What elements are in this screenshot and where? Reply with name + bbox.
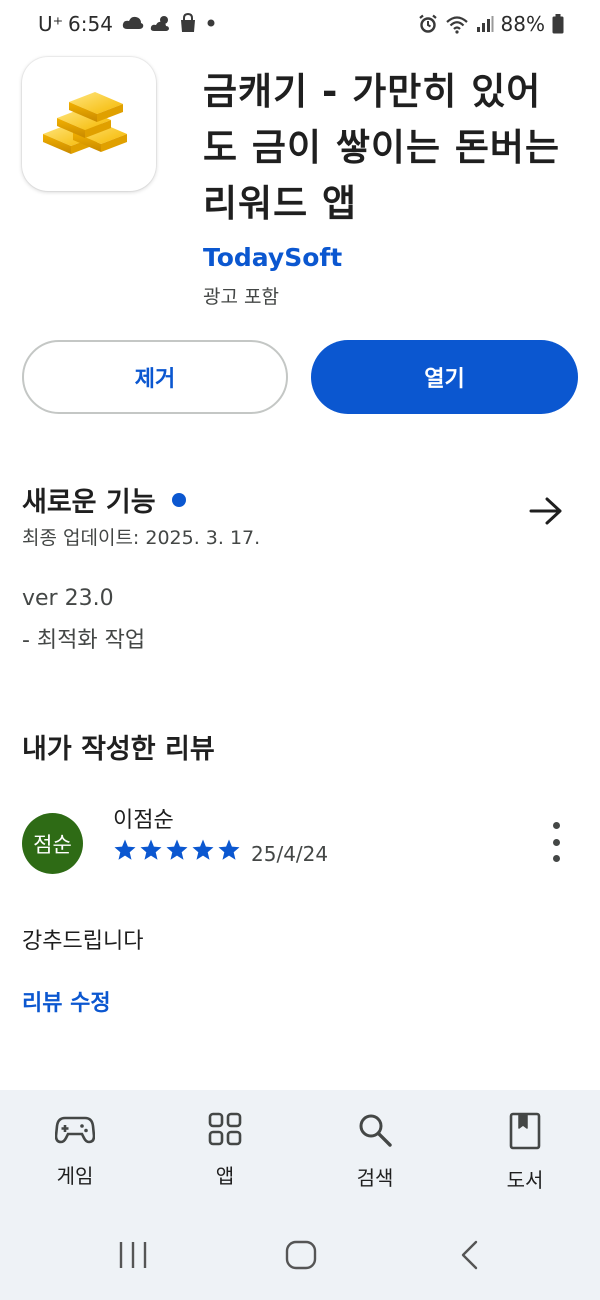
- developer-link[interactable]: TodaySoft: [203, 243, 342, 272]
- release-note: - 최적화 작업: [22, 628, 146, 653]
- wifi-icon: [445, 16, 468, 34]
- notification-icons: [122, 13, 218, 33]
- star-icon: [166, 839, 188, 860]
- contains-ads-label: 광고 포함: [203, 286, 279, 308]
- whats-new-arrow-button[interactable]: [528, 496, 564, 530]
- more-notifications-icon: [207, 19, 215, 27]
- star-icon: [140, 839, 162, 860]
- recent-apps-button[interactable]: [117, 1240, 149, 1274]
- uninstall-button-label: 제거: [134, 367, 176, 392]
- edit-review-link[interactable]: 리뷰 수정: [22, 985, 111, 1017]
- last-updated-date: 최종 업데이트: 2025. 3. 17.: [22, 527, 261, 549]
- gamepad-icon: [55, 1116, 95, 1144]
- book-icon: [509, 1112, 541, 1150]
- nav-label-games: 게임: [56, 1164, 94, 1188]
- my-review-title: 내가 작성한 리뷰: [22, 734, 215, 765]
- carrier-label: U⁺: [38, 12, 64, 36]
- version-text: ver 23.0: [22, 586, 114, 611]
- star-icon: [218, 839, 240, 860]
- more-dot: [552, 822, 560, 829]
- bottom-navigation: 게임 앱 검색 도서: [0, 1090, 600, 1300]
- apps-grid-icon: [208, 1112, 242, 1146]
- alarm-icon: [418, 14, 437, 33]
- battery-icon: [552, 14, 564, 34]
- more-options-button[interactable]: [544, 822, 568, 862]
- whats-new-title: 새로운 기능: [22, 487, 156, 518]
- uninstall-button[interactable]: 제거: [22, 340, 288, 414]
- app-title: 금캐기 - 가만히 있어도 금이 쌓이는 돈버는 리워드 앱: [203, 70, 561, 225]
- star-icon: [192, 839, 214, 860]
- reviewer-name: 이점순: [113, 808, 174, 833]
- gold-bars-icon: [43, 92, 127, 154]
- battery-percent: 88%: [500, 12, 545, 36]
- review-date: 25/4/24: [251, 842, 329, 866]
- open-button-label: 열기: [424, 367, 465, 392]
- nav-item-books[interactable]: 도서: [470, 1112, 580, 1193]
- more-dot: [552, 838, 560, 846]
- nav-item-search[interactable]: 검색: [320, 1112, 430, 1191]
- recent-apps-icon: [119, 1242, 147, 1268]
- back-icon: [461, 1240, 478, 1270]
- home-icon: [285, 1240, 317, 1270]
- status-time: 6:54: [68, 12, 113, 36]
- avatar: 점순: [22, 813, 83, 874]
- open-button[interactable]: 열기: [311, 340, 578, 414]
- back-button[interactable]: [458, 1240, 482, 1274]
- search-icon: [359, 1114, 392, 1147]
- system-status-icons: 88%: [418, 12, 564, 36]
- nav-label-books: 도서: [506, 1168, 544, 1192]
- review-body: 강추드립니다: [22, 929, 144, 954]
- app-icon: [22, 57, 156, 191]
- nav-item-games[interactable]: 게임: [20, 1112, 130, 1189]
- more-dot: [552, 855, 560, 862]
- status-bar: U⁺ 6:54 88%: [0, 0, 600, 50]
- nav-item-apps[interactable]: 앱: [170, 1112, 280, 1189]
- new-indicator-dot: [171, 492, 186, 507]
- nav-label-search: 검색: [356, 1166, 394, 1190]
- cloud-icon: [122, 16, 144, 29]
- shopping-bag-icon: [181, 13, 195, 32]
- nav-label-apps: 앱: [215, 1164, 235, 1188]
- arrow-right-icon: [529, 497, 562, 525]
- signal-icon: [476, 16, 494, 32]
- avatar-text: 점순: [33, 832, 72, 857]
- star-rating: [113, 838, 241, 862]
- star-icon: [114, 839, 136, 860]
- home-button[interactable]: [285, 1240, 317, 1274]
- whats-new-header[interactable]: 새로운 기능: [22, 480, 186, 519]
- weather-icon: [150, 16, 169, 31]
